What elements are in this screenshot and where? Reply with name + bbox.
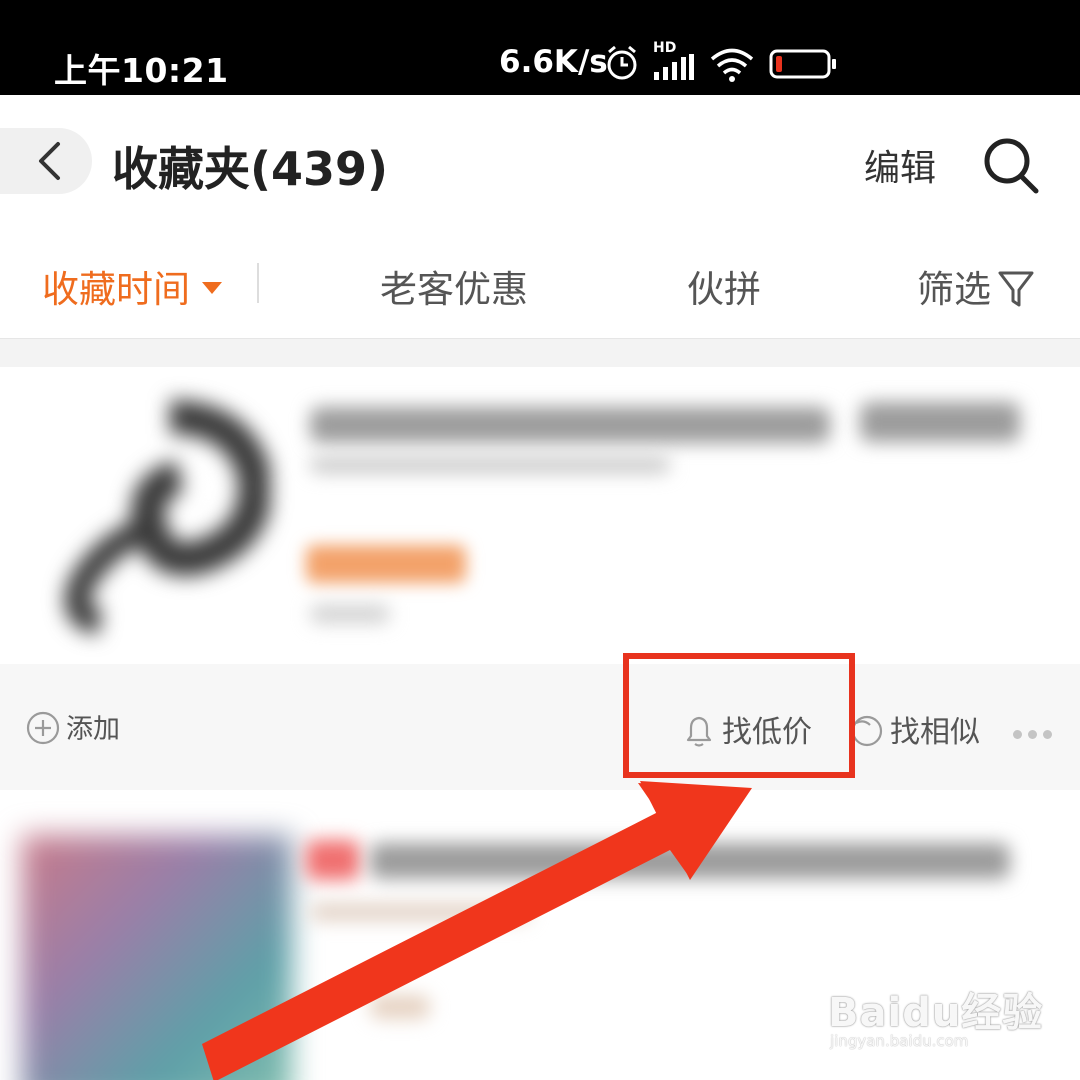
tab-divider	[257, 263, 259, 303]
filter-tab-bar: 收藏时间 老客优惠 伙拼 筛选	[0, 235, 1080, 339]
filter-icon	[998, 271, 1034, 306]
watermark-logo: Baidu经验	[828, 990, 1044, 1036]
favorite-item-card[interactable]	[0, 367, 1080, 664]
tab-collect-time[interactable]: 收藏时间	[42, 259, 222, 313]
product-thumbnail	[64, 400, 270, 635]
status-bar: 上午10:21 6.6K/s HD	[0, 0, 1080, 95]
alarm-icon	[607, 45, 637, 80]
product-meta-placeholder	[310, 605, 390, 623]
wifi-icon	[710, 48, 754, 82]
plus-circle-icon	[26, 711, 60, 744]
product-title-placeholder	[370, 843, 1010, 879]
tab-returning-discount[interactable]: 老客优惠	[380, 259, 528, 313]
product-title-placeholder	[310, 407, 830, 443]
product-subtitle-placeholder	[310, 903, 530, 921]
add-button[interactable]: 添加	[26, 707, 120, 748]
add-label: 添加	[66, 714, 120, 745]
similar-icon	[851, 715, 883, 746]
list-spacer	[0, 339, 1080, 367]
item-action-row: 添加 找低价 找相似	[0, 664, 1080, 790]
back-button[interactable]	[0, 128, 92, 194]
back-icon	[39, 142, 60, 180]
search-icon[interactable]	[980, 135, 1042, 197]
product-subtitle-placeholder	[310, 457, 670, 473]
status-time: 上午10:21	[54, 51, 229, 90]
find-similar-label: 找相似	[890, 715, 980, 750]
caret-down-icon	[202, 281, 222, 294]
battery-icon	[769, 49, 836, 79]
tab-label: 收藏时间	[42, 268, 190, 311]
header: 收藏夹(439) 编辑	[0, 95, 1080, 235]
annotation-highlight-box	[623, 653, 855, 778]
product-thumbnail	[22, 835, 292, 1080]
product-tag-placeholder	[306, 840, 360, 880]
product-meta-placeholder	[370, 995, 430, 1019]
tab-label: 筛选	[917, 268, 991, 311]
more-icon[interactable]	[1013, 724, 1058, 743]
find-similar-button[interactable]: 找相似	[850, 707, 980, 752]
product-title-placeholder	[860, 402, 1020, 442]
watermark: Baidu经验 jingyan.baidu.com	[828, 960, 1068, 1060]
tab-group-buy[interactable]: 伙拼	[687, 259, 761, 313]
watermark-url: jingyan.baidu.com	[830, 1032, 969, 1050]
page-title: 收藏夹(439)	[112, 142, 389, 196]
edit-button[interactable]: 编辑	[864, 139, 936, 191]
tab-filter[interactable]: 筛选	[917, 259, 1035, 313]
signal-icon	[654, 54, 694, 80]
network-speed: 6.6K/s	[499, 44, 608, 80]
product-price-placeholder	[306, 545, 466, 583]
